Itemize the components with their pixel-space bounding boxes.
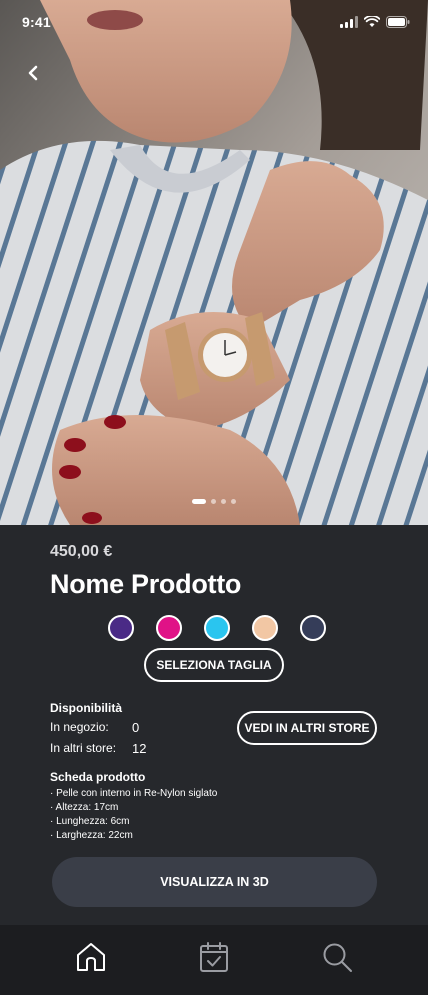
home-icon [77,943,106,971]
tab-bar [0,925,428,995]
carousel-dot[interactable] [211,499,216,504]
product-photo [0,0,428,525]
spec-item: · Altezza: 17cm [50,802,119,813]
color-swatch-peach[interactable] [252,615,278,641]
view-3d-button[interactable]: VISUALIZZA IN 3D [52,857,377,907]
tab-calendar[interactable] [194,937,234,977]
product-name: Nome Prodotto [50,569,242,599]
carousel-dot-active[interactable] [192,499,206,504]
spec-list: · Pelle con interno in Re-Nylon siglato … [50,787,217,843]
color-swatch-cyan[interactable] [204,615,230,641]
spec-title: Scheda prodotto [50,770,146,784]
product-price: 450,00 € [50,543,113,560]
cellular-signal-icon [340,16,358,28]
carousel-dot[interactable] [231,499,236,504]
status-bar: 9:41 [0,0,428,44]
in-store-value: 0 [132,720,140,735]
status-icons [340,16,410,28]
other-stores-value: 12 [132,741,147,756]
spec-item: · Pelle con interno in Re-Nylon siglato [50,788,218,799]
carousel-indicator [0,499,428,504]
color-swatches [108,615,326,641]
tab-home[interactable] [71,937,111,977]
battery-icon [386,16,410,28]
calendar-check-icon [199,942,228,972]
color-swatch-navy[interactable] [300,615,326,641]
back-button[interactable] [18,58,48,88]
wifi-icon [364,16,380,27]
product-details: 450,00 € Nome Prodotto SELEZIONA TAGLIA … [0,525,428,925]
other-stores-label: In altri store: [50,741,117,755]
spec-item: · Lunghezza: 6cm [50,816,130,827]
select-size-button[interactable]: SELEZIONA TAGLIA [144,648,284,682]
tab-search[interactable] [317,937,357,977]
spec-item: · Larghezza: 22cm [50,830,133,841]
availability-title: Disponibilità [50,701,122,715]
chevron-left-icon [28,65,38,81]
in-store-row: In negozio: 0 [50,720,139,735]
color-swatch-purple[interactable] [108,615,134,641]
in-store-label: In negozio: [50,720,109,734]
search-icon [323,943,352,972]
color-swatch-magenta[interactable] [156,615,182,641]
product-image[interactable]: 9:41 [0,0,428,525]
see-other-stores-button[interactable]: VEDI IN ALTRI STORE [237,711,377,745]
status-time: 9:41 [22,14,51,30]
other-stores-row: In altri store: 12 [50,741,146,756]
carousel-dot[interactable] [221,499,226,504]
